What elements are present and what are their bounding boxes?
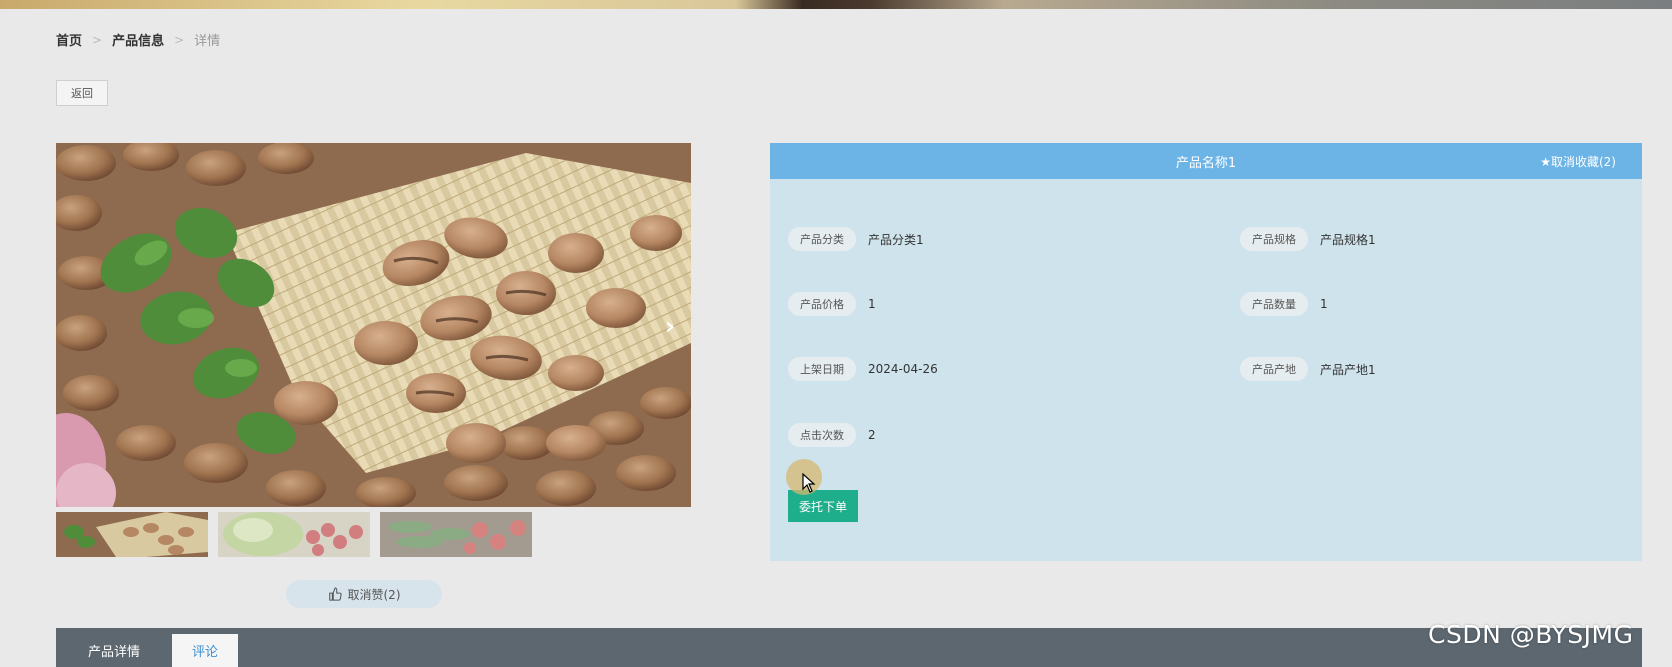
field-value: 1 <box>1320 297 1328 311</box>
thumbs-up-icon <box>328 587 342 601</box>
breadcrumb-separator: > <box>92 32 103 47</box>
field-label: 产品价格 <box>788 292 856 316</box>
field-label: 点击次数 <box>788 423 856 447</box>
field-spec: 产品规格 产品规格1 <box>1240 227 1376 251</box>
panel-header: 产品名称1 ★取消收藏(2) <box>770 143 1642 179</box>
field-category: 产品分类 产品分类1 <box>788 227 924 251</box>
field-origin: 产品产地 产品产地1 <box>1240 357 1376 381</box>
field-label: 产品分类 <box>788 227 856 251</box>
detail-tab-bar: 产品详情 评论 <box>56 628 1642 667</box>
breadcrumb-separator: > <box>174 32 185 47</box>
field-clicks: 点击次数 2 <box>788 423 876 447</box>
field-value: 产品规格1 <box>1320 232 1376 247</box>
field-value: 2024-04-26 <box>868 362 938 376</box>
thumbnail-vegetables-cherries[interactable] <box>218 512 370 557</box>
field-value: 产品产地1 <box>1320 362 1376 377</box>
mouse-cursor-icon <box>802 473 816 493</box>
thumbnail-cucumbers-tomatoes[interactable] <box>380 512 532 557</box>
field-value: 1 <box>868 297 876 311</box>
field-label: 产品数量 <box>1240 292 1308 316</box>
field-label: 上架日期 <box>788 357 856 381</box>
tab-product-details[interactable]: 产品详情 <box>68 634 160 667</box>
back-button[interactable]: 返回 <box>56 80 108 106</box>
field-value: 2 <box>868 428 876 442</box>
breadcrumb: 首页 > 产品信息 > 详情 <box>56 30 221 50</box>
unlike-label: 取消赞(2) <box>347 587 401 602</box>
chevron-right-icon[interactable]: chevron-right-icon <box>659 313 681 339</box>
top-banner-strip <box>0 0 1672 9</box>
field-quantity: 产品数量 1 <box>1240 292 1328 316</box>
product-info-panel: 产品名称1 ★取消收藏(2) 产品分类 产品分类1 产品规格 产品规格1 产品价… <box>770 143 1642 561</box>
breadcrumb-current: 详情 <box>194 34 221 49</box>
product-main-image: chevron-right-icon › <box>56 143 691 507</box>
field-date: 上架日期 2024-04-26 <box>788 357 938 381</box>
place-order-button[interactable]: 委托下单 <box>788 490 858 522</box>
field-label: 产品产地 <box>1240 357 1308 381</box>
unlike-button[interactable]: 取消赞(2) <box>286 580 442 608</box>
field-label: 产品规格 <box>1240 227 1308 251</box>
tab-comments[interactable]: 评论 <box>172 634 238 667</box>
thumbnail-broad-beans[interactable] <box>56 512 208 557</box>
thumbnail-strip <box>56 512 532 557</box>
field-value: 产品分类1 <box>868 232 924 247</box>
unfavorite-link[interactable]: ★取消收藏(2) <box>1540 153 1616 170</box>
field-price: 产品价格 1 <box>788 292 876 316</box>
breadcrumb-product-info[interactable]: 产品信息 <box>112 30 164 49</box>
product-title: 产品名称1 <box>1175 155 1237 171</box>
breadcrumb-home[interactable]: 首页 <box>56 30 82 49</box>
watermark: CSDN @BYSJMG <box>1428 620 1634 649</box>
